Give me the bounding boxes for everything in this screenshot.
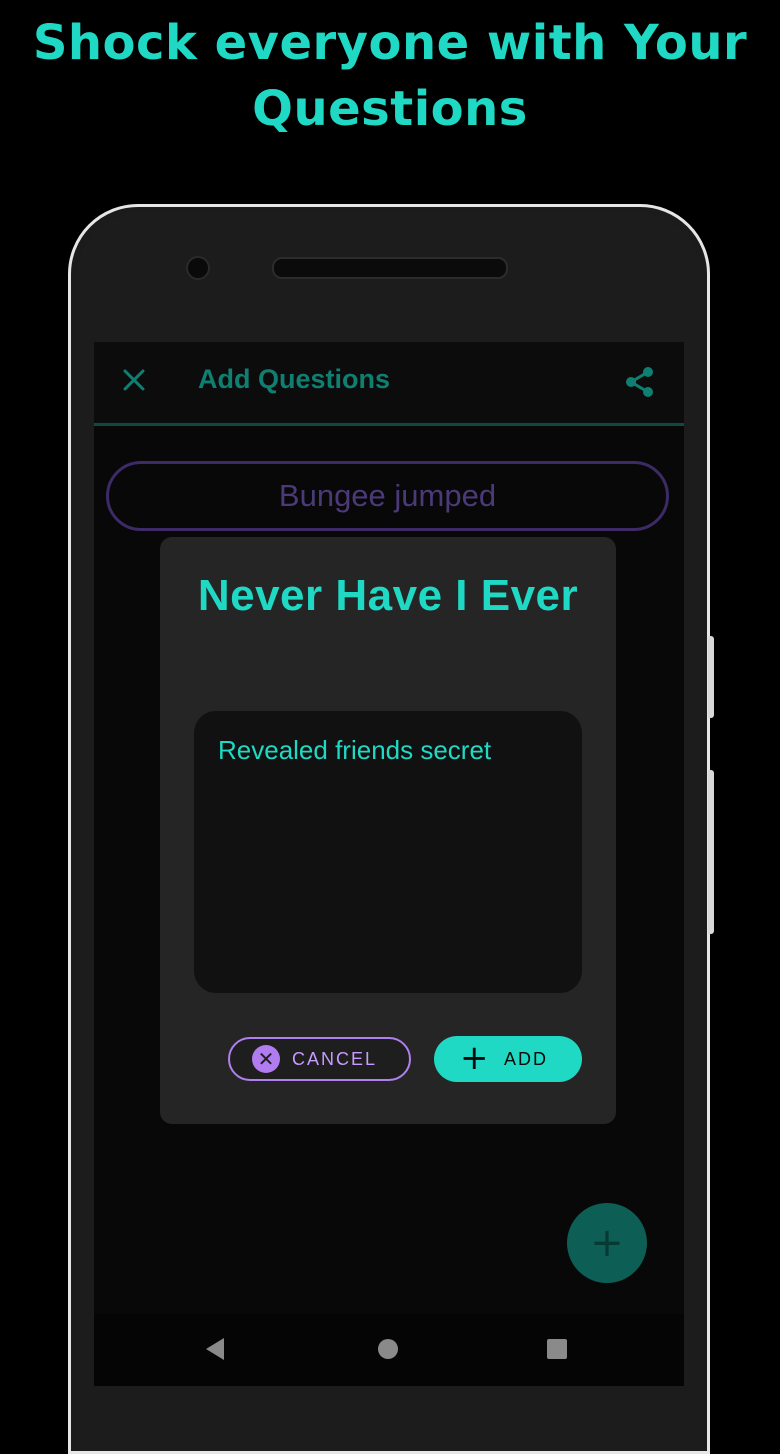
front-camera <box>186 256 210 280</box>
back-icon[interactable] <box>206 1338 224 1360</box>
home-icon[interactable] <box>378 1339 398 1359</box>
cancel-circle-icon: ✕ <box>252 1045 280 1073</box>
close-icon[interactable] <box>120 366 148 394</box>
cancel-button[interactable]: ✕ CANCEL <box>228 1037 411 1081</box>
share-icon[interactable] <box>622 364 658 400</box>
question-input[interactable]: Revealed friends secret <box>194 711 582 993</box>
page-title: Add Questions <box>198 364 391 394</box>
promo-title: Shock everyone with Your Questions <box>32 15 748 137</box>
app-bar: Add Questions <box>94 342 684 426</box>
add-label: ADD <box>504 1049 549 1069</box>
add-question-dialog: Never Have I Ever Revealed friends secre… <box>160 537 616 1124</box>
dialog-title: Never Have I Ever <box>197 571 579 620</box>
add-button[interactable]: + ADD <box>434 1036 582 1082</box>
speaker-grille <box>272 257 508 279</box>
power-button <box>708 770 714 934</box>
recent-apps-icon[interactable] <box>547 1339 567 1359</box>
question-input-value: Revealed friends secret <box>218 735 492 765</box>
question-card[interactable]: Bungee jumped <box>106 461 669 531</box>
plus-icon: + <box>460 1038 489 1078</box>
plus-icon: + <box>590 1220 624 1266</box>
system-nav-bar <box>94 1314 684 1386</box>
volume-button <box>708 636 714 718</box>
cancel-label: CANCEL <box>292 1049 378 1069</box>
add-question-fab[interactable]: + <box>567 1203 647 1283</box>
